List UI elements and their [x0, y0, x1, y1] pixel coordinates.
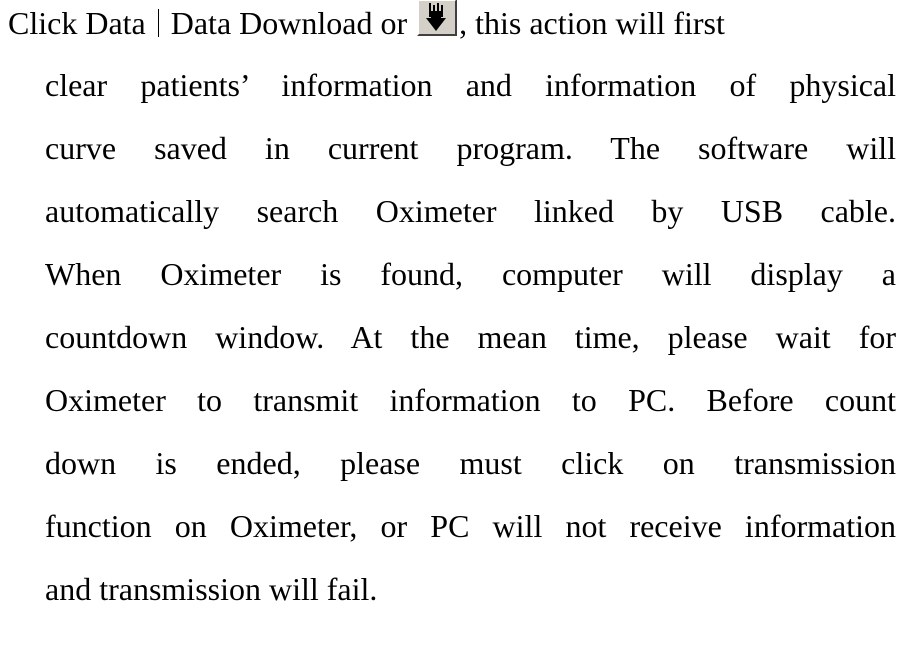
document-page: Click Data Data Download or , this actio… [0, 0, 906, 658]
paragraph-line: curve saved in current program. The soft… [45, 130, 896, 166]
menu-path-data-download: Data Download or [170, 5, 408, 41]
paragraph-line: countdown window. At the mean time, plea… [45, 319, 896, 355]
paragraph-first-line: Click Data Data Download or , this actio… [8, 0, 896, 42]
first-line-tail: , this action will first [459, 5, 725, 41]
download-arrow-icon [426, 3, 447, 31]
paragraph-line: down is ended, please must click on tran… [45, 445, 896, 481]
paragraph-line: When Oximeter is found, computer will di… [45, 256, 896, 292]
paragraph-line-last: and transmission will fail. [45, 571, 378, 607]
paragraph-line: Oximeter to transmit information to PC. … [45, 382, 896, 418]
menu-separator [157, 9, 159, 37]
paragraph-line: function on Oximeter, or PC will not rec… [45, 508, 896, 544]
data-download-button[interactable] [417, 0, 458, 36]
paragraph-line: automatically search Oximeter linked by … [45, 193, 896, 229]
menu-path-data: Click Data [8, 5, 146, 41]
paragraph-line: clear patients’ information and informat… [45, 67, 896, 103]
